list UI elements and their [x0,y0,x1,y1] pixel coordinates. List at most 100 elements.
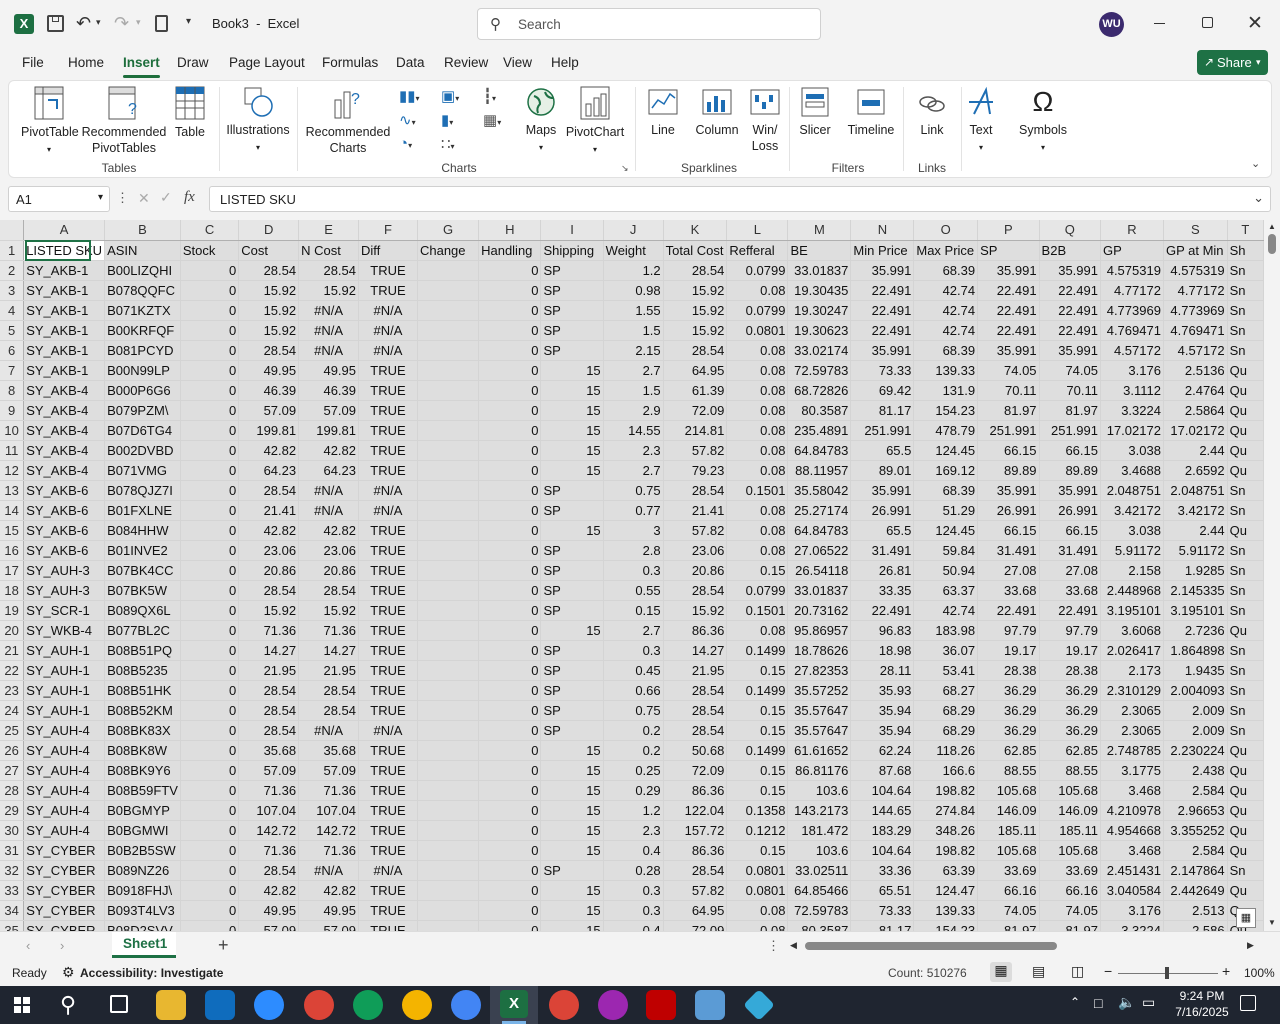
cell[interactable]: 28.54 [238,700,300,721]
cell[interactable]: B00LIZQHI [104,260,181,281]
cell[interactable]: B08B5235 [104,660,181,681]
cell[interactable]: 0 [180,900,240,921]
cell[interactable]: 35.991 [977,340,1040,361]
cell[interactable]: SY_SCR-1 [23,600,106,621]
cell[interactable]: 22.491 [977,300,1040,321]
zoom-out-icon[interactable]: − [1104,963,1112,979]
cell[interactable]: TRUE [358,520,418,541]
hierarchy-chart-icon[interactable]: ▣▾ [441,87,459,105]
cell[interactable]: 62.85 [977,740,1040,761]
cell[interactable]: 199.81 [238,420,300,441]
cell[interactable]: 3.040584 [1100,880,1164,901]
cell[interactable] [417,480,480,501]
column-header-a[interactable]: A [23,220,106,241]
undo-dropdown-icon[interactable]: ▾ [96,17,101,28]
cell[interactable]: 1.5 [603,320,664,341]
cell[interactable]: 0 [478,300,542,321]
cell[interactable]: 35.991 [1039,260,1101,281]
task-view-icon[interactable] [110,995,128,1013]
cell[interactable]: 97.79 [977,620,1040,641]
cell[interactable]: 62.24 [850,740,915,761]
cell[interactable]: 103.6 [787,840,852,861]
volume-icon[interactable]: 🔈 [1118,994,1135,1011]
cell[interactable]: 42.82 [298,520,360,541]
close-icon[interactable]: ✕ [1247,12,1263,35]
cell[interactable]: 35.94 [850,720,915,741]
cell[interactable]: 42.82 [298,880,360,901]
cell[interactable]: 62.85 [1039,740,1101,761]
cell[interactable]: Sn [1227,660,1264,681]
cell[interactable]: 2.7 [603,360,664,381]
cell[interactable]: SY_AKB-6 [23,480,106,501]
cell[interactable]: SP [540,260,604,281]
cell[interactable]: TRUE [358,460,418,481]
cell[interactable]: 0.15 [726,660,789,681]
cell[interactable]: B0BGMYP [104,800,181,821]
cell[interactable]: 0.15 [726,780,789,801]
column-header-m[interactable]: M [787,220,852,241]
cell[interactable]: 0.3 [603,900,664,921]
cell[interactable]: 0 [180,580,240,601]
cell[interactable]: 0.55 [603,580,664,601]
cell[interactable]: 79.23 [663,460,728,481]
cell[interactable]: Qu [1227,380,1264,401]
cell[interactable]: 0.08 [726,500,789,521]
cell[interactable]: 35.991 [977,260,1040,281]
cell[interactable]: 66.15 [977,520,1040,541]
cell[interactable]: 0 [478,680,542,701]
cell[interactable] [417,440,480,461]
avatar[interactable]: WU [1099,12,1124,37]
cell[interactable] [417,900,480,921]
cell[interactable]: GP at Min [1163,240,1228,261]
cell[interactable]: Cost [238,240,300,261]
cell[interactable]: Qu [1227,420,1264,441]
cell[interactable]: 0 [478,340,542,361]
cell[interactable]: 20.86 [663,560,728,581]
restore-icon[interactable] [1202,17,1213,28]
cell[interactable] [417,820,480,841]
cell[interactable]: 33.36 [850,860,915,881]
cell[interactable]: 0 [180,480,240,501]
cell[interactable]: 64.23 [298,460,360,481]
cell[interactable]: SY_AKB-1 [23,260,106,281]
cell[interactable]: B077BL2C [104,620,181,641]
cell[interactable]: 42.82 [238,880,300,901]
cell[interactable]: 28.54 [298,680,360,701]
cell[interactable]: 0 [478,440,542,461]
cell[interactable]: 35.58042 [787,480,852,501]
cell[interactable]: #N/A [298,320,360,341]
cell[interactable]: 0.08 [726,920,789,931]
cell[interactable]: 146.09 [1039,800,1101,821]
cell[interactable]: 2.448968 [1100,580,1164,601]
cell[interactable]: 0.08 [726,360,789,381]
cell[interactable]: 0.1499 [726,640,789,661]
cell[interactable]: 64.95 [663,900,728,921]
cell[interactable]: 2.442649 [1163,880,1228,901]
cell[interactable]: 57.09 [298,760,360,781]
cell[interactable]: 0.25 [603,760,664,781]
cell[interactable]: B08D2SVV [104,920,181,931]
cell[interactable]: SY_AKB-1 [23,320,106,341]
row-header[interactable]: 1 [0,240,25,261]
cell[interactable]: TRUE [358,800,418,821]
cell[interactable]: 2.5136 [1163,360,1228,381]
cell[interactable]: 15.92 [238,600,300,621]
row-header[interactable]: 17 [0,560,25,581]
cell[interactable]: 2.5864 [1163,400,1228,421]
cell[interactable]: 0.08 [726,280,789,301]
zoom-slider[interactable] [1118,967,1218,979]
cell[interactable]: 28.54 [663,680,728,701]
cell[interactable]: 144.65 [850,800,915,821]
scroll-thumb[interactable] [1268,234,1276,254]
cell[interactable]: 17.02172 [1100,420,1164,441]
cell[interactable]: 42.82 [298,440,360,461]
cell[interactable]: 19.30435 [787,280,852,301]
cell[interactable]: 63.39 [913,860,979,881]
cell[interactable]: 4.769471 [1100,320,1164,341]
cell[interactable]: 65.5 [850,440,915,461]
cell[interactable]: 22.491 [850,300,915,321]
cell[interactable]: Handling [478,240,542,261]
sparkline-line-button[interactable]: Line [645,86,681,138]
row-header[interactable]: 23 [0,680,25,701]
cell[interactable]: 22.491 [977,280,1040,301]
